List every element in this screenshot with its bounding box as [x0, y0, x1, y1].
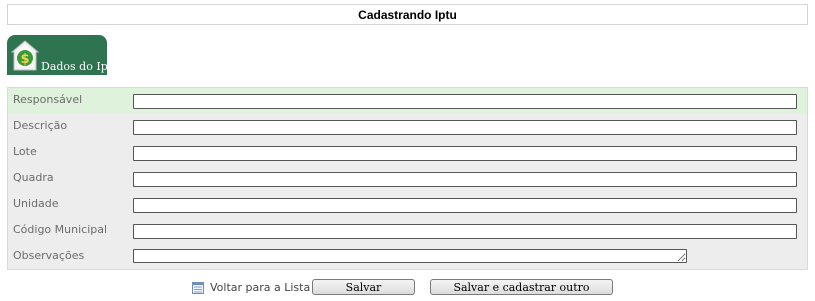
quadra-input[interactable]	[133, 172, 797, 187]
observacoes-textarea[interactable]	[133, 249, 687, 263]
form-row-lote: Lote	[8, 140, 807, 166]
tab-label: Dados do Iptu	[41, 60, 120, 73]
tab-dados-do-iptu[interactable]: $ Dados do Iptu	[7, 35, 119, 75]
house-dollar-icon: $	[10, 40, 40, 71]
form-row-observacoes: Observações	[8, 244, 807, 270]
form-row-descricao: Descrição	[8, 114, 807, 140]
lote-input[interactable]	[133, 146, 797, 161]
form-row-unidade: Unidade	[8, 192, 807, 218]
descricao-label: Descrição	[13, 119, 68, 132]
svg-text:$: $	[20, 52, 29, 67]
page-title: Cadastrando Iptu	[7, 4, 808, 25]
save-button[interactable]: Salvar	[312, 279, 415, 295]
descricao-input[interactable]	[133, 120, 797, 135]
quadra-label: Quadra	[13, 171, 54, 184]
form-panel: Responsável Descrição Lote Quadra Unidad…	[7, 87, 808, 270]
back-to-list-label: Voltar para a Lista	[210, 281, 311, 294]
lote-label: Lote	[13, 145, 37, 158]
unidade-label: Unidade	[13, 197, 59, 210]
form-row-codigo-municipal: Código Municipal	[8, 218, 807, 244]
back-to-list-link[interactable]: Voltar para a Lista	[192, 281, 310, 294]
form-footer: Voltar para a Lista Salvar Salvar e cada…	[0, 278, 815, 300]
observacoes-label: Observações	[13, 249, 85, 262]
form-row-quadra: Quadra	[8, 166, 807, 192]
save-and-new-button[interactable]: Salvar e cadastrar outro	[430, 279, 613, 295]
responsavel-label: Responsável	[13, 93, 83, 106]
responsavel-input[interactable]	[133, 94, 797, 109]
codigo-municipal-input[interactable]	[133, 224, 797, 239]
codigo-municipal-label: Código Municipal	[13, 223, 108, 236]
form-row-responsavel: Responsável	[8, 88, 807, 114]
list-icon	[192, 281, 204, 294]
unidade-input[interactable]	[133, 198, 797, 213]
